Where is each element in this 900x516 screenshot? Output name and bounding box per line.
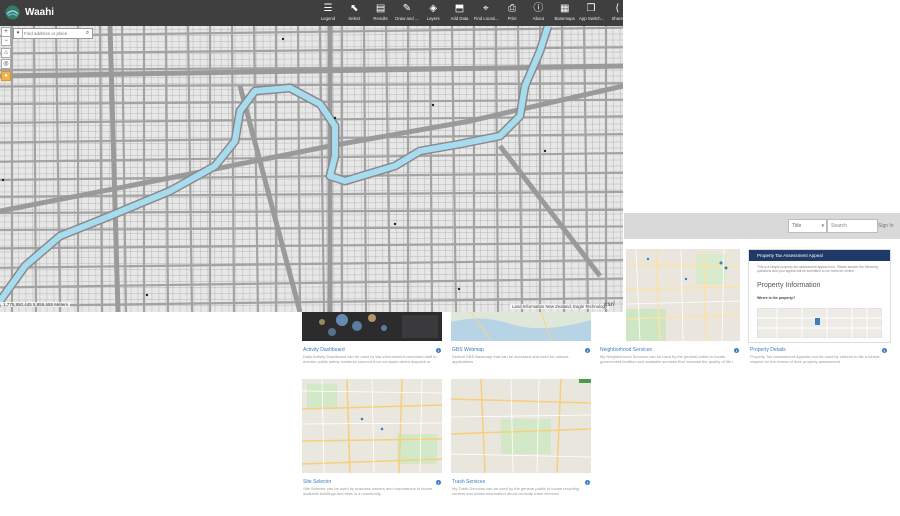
site-selector-thumbnail bbox=[302, 379, 442, 473]
card-desc-property: Property Tax Assessment Appeals can be u… bbox=[750, 354, 880, 364]
property-panel-section: Property Information bbox=[757, 282, 821, 289]
find-location-icon: ⌖ bbox=[482, 3, 489, 14]
toolbar-label: Share bbox=[611, 16, 623, 21]
neighborhood-map-thumbnail bbox=[625, 248, 741, 342]
toolbar-label: Select bbox=[348, 16, 361, 21]
card-desc-activity: Daily Activity Dashboard can be used by … bbox=[303, 354, 437, 364]
card-desc-site-selector: Site Selector can be used by business ow… bbox=[303, 486, 432, 496]
print-icon: ⎙ bbox=[508, 3, 517, 14]
toolbar-find-location-button[interactable]: ⌖ Find Locati... bbox=[473, 2, 499, 24]
toolbar-legend-button[interactable]: ☰ Legend bbox=[316, 2, 340, 24]
property-panel-header-bar: Property Tax Assessment Appeal bbox=[749, 250, 890, 261]
card-desc-trash: My Trash Services can be used by the gen… bbox=[452, 486, 579, 496]
toolbar-layers-button[interactable]: ◈ Layers bbox=[421, 2, 445, 24]
toolbar-basemaps-button[interactable]: ▦ Basemaps bbox=[553, 2, 577, 24]
card-thumbnail-site-selector[interactable] bbox=[302, 379, 442, 473]
map-attribution: Land Information New Zealand, Eagle Tech… bbox=[510, 304, 609, 309]
map-pin-icon bbox=[815, 318, 820, 325]
toolbar-app-switcher-button[interactable]: ❐ App Switch... bbox=[579, 2, 605, 24]
gallery-header-bar: Title ▾ Search Sign In bbox=[624, 213, 900, 239]
gbs-webmap-thumbnail bbox=[451, 312, 591, 341]
about-icon: ⓘ bbox=[533, 3, 544, 14]
sort-select-label: Title bbox=[792, 223, 802, 229]
chevron-down-icon: ▾ bbox=[821, 223, 824, 229]
info-icon[interactable]: i bbox=[734, 348, 739, 353]
search-input[interactable] bbox=[24, 29, 81, 38]
info-icon[interactable]: i bbox=[436, 480, 441, 485]
activity-dashboard-thumbnail bbox=[319, 314, 438, 338]
toolbar-add-data-button[interactable]: ⬒ Add Data bbox=[448, 2, 472, 24]
sign-in-link[interactable]: Sign In bbox=[878, 223, 894, 229]
toolbar-label: About bbox=[532, 16, 544, 21]
card-title-site-selector[interactable]: Site Selector bbox=[303, 479, 331, 485]
gallery-search-input[interactable]: Search bbox=[827, 219, 878, 233]
card-thumbnail-activity[interactable] bbox=[302, 312, 442, 341]
toolbar-label: Basemaps bbox=[554, 16, 575, 21]
card-title-neighborhood[interactable]: Neighborhood Services bbox=[600, 347, 652, 353]
toolbar-label: Legend bbox=[320, 16, 336, 21]
share-icon: ⟨ bbox=[615, 3, 620, 14]
geocoder-search: ▾ ⌕ bbox=[13, 28, 93, 39]
basemaps-icon: ▦ bbox=[559, 3, 570, 14]
coordinate-readout: 1,775,950.445 5,955,655 Meters bbox=[1, 302, 71, 307]
card-title-trash[interactable]: Trash Services bbox=[452, 479, 485, 485]
property-panel-header: Property Tax Assessment Appeal bbox=[757, 253, 823, 258]
map-canvas[interactable] bbox=[0, 24, 623, 312]
toolbar-share-button[interactable]: ⟨ Share bbox=[605, 2, 623, 24]
card-thumbnail-trash[interactable] bbox=[451, 379, 591, 473]
waahi-logo-icon bbox=[5, 5, 20, 20]
card-title-property[interactable]: Property Details bbox=[750, 347, 786, 353]
app-switcher-icon: ❐ bbox=[586, 3, 596, 14]
toolbar-label: Layers bbox=[426, 16, 440, 21]
chevron-down-icon[interactable]: ▾ bbox=[14, 29, 23, 38]
add-data-icon: ⬒ bbox=[454, 3, 465, 14]
toolbar-results-button[interactable]: ▤ Results bbox=[369, 2, 393, 24]
card-thumbnail-gbs[interactable] bbox=[451, 312, 591, 341]
layers-icon: ◈ bbox=[429, 3, 438, 14]
property-panel-intro: This is a simple property tax assessment… bbox=[757, 265, 878, 273]
draw-icon: ✎ bbox=[402, 3, 412, 14]
toolbar-label: Results bbox=[373, 16, 388, 21]
toolbar-label: Find Locati... bbox=[473, 16, 499, 21]
property-panel-question: Where is the property? bbox=[757, 296, 796, 300]
toolbar-print-button[interactable]: ⎙ Print bbox=[500, 2, 524, 24]
toolbar-label: App Switch... bbox=[579, 16, 605, 21]
toolbar-about-button[interactable]: ⓘ About bbox=[526, 2, 550, 24]
legend-icon: ☰ bbox=[323, 3, 333, 14]
info-icon[interactable]: i bbox=[585, 348, 590, 353]
card-thumbnail-property[interactable]: Property Tax Assessment Appeal This is a… bbox=[748, 249, 891, 343]
zoom-out-button[interactable]: − bbox=[1, 36, 11, 46]
info-icon[interactable]: i bbox=[585, 480, 590, 485]
toolbar-label: Draw and ... bbox=[395, 16, 419, 21]
home-icon[interactable]: ⌂ bbox=[1, 48, 11, 58]
toolbar-label: Add Data bbox=[450, 16, 469, 21]
app-title: Waahi bbox=[25, 7, 55, 18]
info-icon[interactable]: i bbox=[882, 348, 887, 353]
card-title-activity[interactable]: Activity Dashboard bbox=[303, 347, 345, 353]
basemap-streets bbox=[0, 24, 623, 312]
app-toolbar: Waahi ☰ Legend ⬉ Select ▤ Results ✎ Draw and ..… bbox=[0, 0, 623, 26]
property-mini-map[interactable] bbox=[757, 308, 882, 338]
card-title-gbs[interactable]: GBS Webmap bbox=[452, 347, 484, 353]
esri-logo: esri bbox=[604, 302, 615, 308]
select-cursor-icon: ⬉ bbox=[350, 3, 359, 14]
app-gallery-window: Title ▾ Search Sign In Neighborhood Servi… bbox=[600, 213, 900, 516]
card-thumbnail-neighborhood[interactable] bbox=[625, 248, 741, 342]
map-app-window: Waahi ☰ Legend ⬉ Select ▤ Results ✎ Draw and ..… bbox=[0, 0, 623, 312]
locate-icon[interactable]: ◎ bbox=[1, 59, 11, 69]
toolbar-select-cursor-button[interactable]: ⬉ Select bbox=[342, 2, 366, 24]
card-desc-neighborhood: My Neighborhood Services can be used by … bbox=[600, 354, 733, 364]
trash-services-thumbnail bbox=[451, 379, 591, 473]
layer-toggle-icon[interactable]: ● bbox=[1, 71, 11, 81]
search-icon[interactable]: ⌕ bbox=[83, 29, 92, 38]
results-icon: ▤ bbox=[375, 3, 386, 14]
toolbar-draw-button[interactable]: ✎ Draw and ... bbox=[395, 2, 419, 24]
toolbar-label: Print bbox=[507, 16, 517, 21]
sort-title-select[interactable]: Title ▾ bbox=[788, 219, 827, 233]
info-icon[interactable]: i bbox=[436, 348, 441, 353]
card-desc-gbs: Default GBS Basemap that can be accessed… bbox=[452, 354, 569, 364]
